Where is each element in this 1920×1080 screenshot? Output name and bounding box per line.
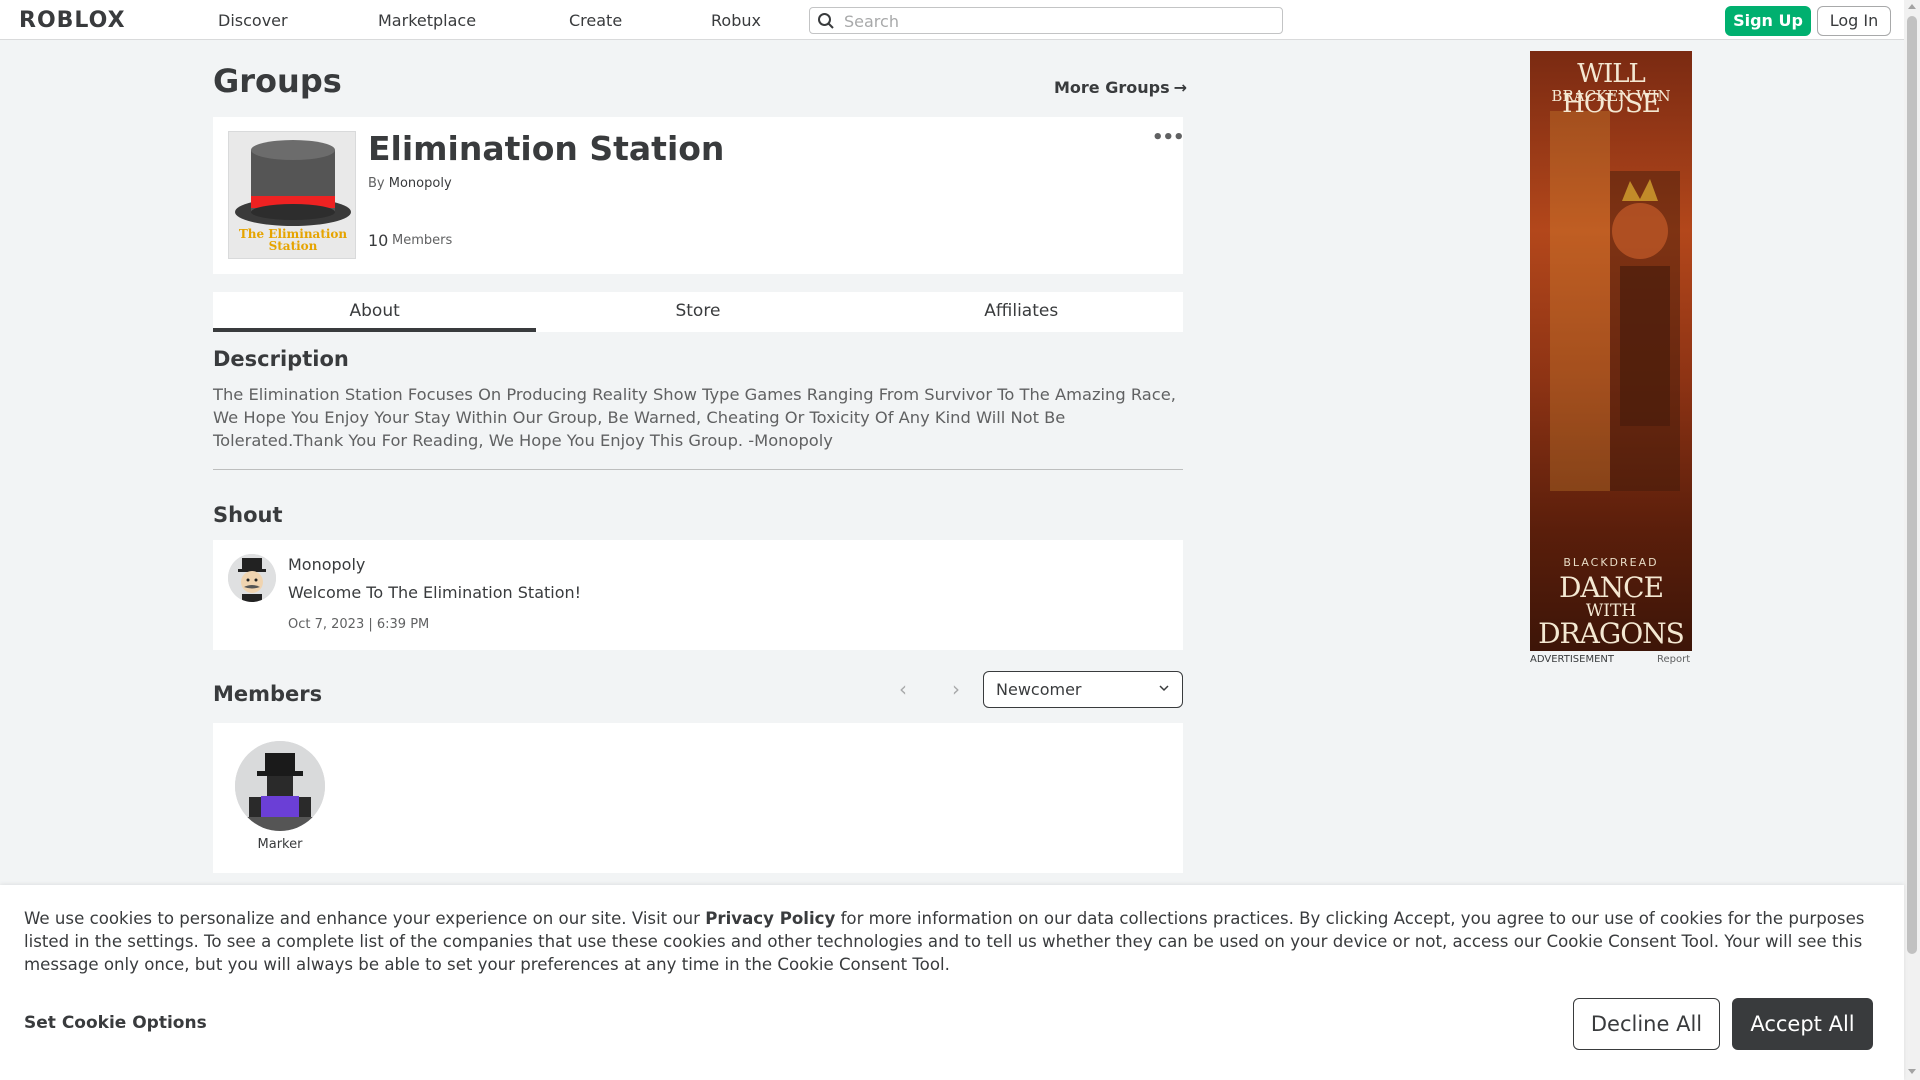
description-heading: Description <box>213 347 349 371</box>
role-dropdown[interactable]: Newcomer <box>983 671 1183 708</box>
ad-report-link[interactable]: Report <box>1657 654 1690 665</box>
advertisement-banner[interactable]: WILL HOUSE BRACKEN WIN BLACKDREAD DANCE … <box>1530 51 1692 651</box>
avatar-marker-icon <box>235 741 325 831</box>
group-owner-prefix: By <box>368 176 385 191</box>
shout-card: Monopoly Welcome To The Elimination Stat… <box>213 540 1183 650</box>
member-count-label: Members <box>392 233 453 248</box>
nav-create[interactable]: Create <box>569 11 622 30</box>
shout-author-avatar[interactable] <box>228 554 276 602</box>
group-tabs: About Store Affiliates <box>213 292 1183 332</box>
search-input[interactable]: Search <box>809 7 1283 34</box>
search-icon <box>818 13 834 29</box>
cookie-consent-banner: We use cookies to personalize and enhanc… <box>0 885 1904 1080</box>
signup-button[interactable]: Sign Up <box>1725 6 1811 36</box>
group-emblem: The Elimination Station <box>228 131 356 259</box>
more-groups-link[interactable]: More Groups → <box>1054 78 1187 97</box>
accept-all-button[interactable]: Accept All <box>1732 998 1873 1050</box>
role-dropdown-value: Newcomer <box>996 680 1082 699</box>
scroll-thumb[interactable] <box>1907 16 1917 954</box>
page-title: Groups <box>213 62 342 100</box>
scroll-down-icon[interactable] <box>1908 1069 1916 1074</box>
shout-author-name[interactable]: Monopoly <box>288 555 365 574</box>
ad-brand: BLACKDREAD <box>1563 556 1659 569</box>
top-navigation-bar: ROBLOX Discover Marketplace Create Robux… <box>0 0 1904 40</box>
chevron-left-icon[interactable]: ‹ <box>893 679 913 700</box>
section-divider <box>213 469 1183 470</box>
group-owner: By Monopoly <box>368 176 452 191</box>
nav-marketplace[interactable]: Marketplace <box>378 11 476 30</box>
advertisement-label: ADVERTISEMENT <box>1530 654 1615 665</box>
avatar-monopoly-icon <box>228 554 276 602</box>
group-owner-link[interactable]: Monopoly <box>389 176 452 191</box>
cookie-message: We use cookies to personalize and enhanc… <box>24 907 1884 976</box>
more-options-icon[interactable]: ••• <box>1152 127 1185 148</box>
tab-about[interactable]: About <box>213 292 537 332</box>
privacy-policy-link[interactable]: Privacy Policy <box>705 909 835 928</box>
group-description: The Elimination Station Focuses On Produ… <box>213 385 1176 450</box>
chevron-down-icon <box>1159 685 1169 692</box>
roblox-logo[interactable]: ROBLOX <box>19 8 126 33</box>
group-emblem-text: The Elimination Station <box>238 227 348 253</box>
more-groups-label: More Groups <box>1054 78 1170 97</box>
login-button[interactable]: Log In <box>1817 6 1891 36</box>
arrow-right-icon: → <box>1173 78 1188 97</box>
cookie-text-before: We use cookies to personalize and enhanc… <box>24 909 706 928</box>
search-placeholder: Search <box>844 12 899 31</box>
member-avatar[interactable] <box>235 741 325 831</box>
scroll-up-icon[interactable] <box>1908 4 1916 9</box>
page-scrollbar[interactable] <box>1904 0 1920 1080</box>
ad-title-1: DANCE <box>1558 571 1664 604</box>
member-name[interactable]: Marker <box>235 837 325 852</box>
nav-robux[interactable]: Robux <box>711 11 761 30</box>
decline-all-button[interactable]: Decline All <box>1573 998 1720 1050</box>
shout-message: Welcome To The Elimination Station! <box>288 583 582 602</box>
group-name: Elimination Station <box>368 129 725 168</box>
members-list: Marker <box>213 723 1183 873</box>
ad-title-3: DRAGONS <box>1538 617 1685 650</box>
member-count: 10 <box>368 231 389 250</box>
chevron-right-icon[interactable]: › <box>946 679 966 700</box>
set-cookie-options-link[interactable]: Set Cookie Options <box>24 1013 207 1033</box>
members-heading: Members <box>213 682 323 706</box>
shout-timestamp: Oct 7, 2023 | 6:39 PM <box>288 617 430 632</box>
tab-store[interactable]: Store <box>536 292 859 332</box>
nav-discover[interactable]: Discover <box>218 11 288 30</box>
tab-affiliates[interactable]: Affiliates <box>860 292 1183 332</box>
group-header-card: The Elimination Station Elimination Stat… <box>213 117 1185 274</box>
shout-heading: Shout <box>213 503 283 527</box>
ad-headline-2: BRACKEN WIN <box>1551 87 1671 105</box>
